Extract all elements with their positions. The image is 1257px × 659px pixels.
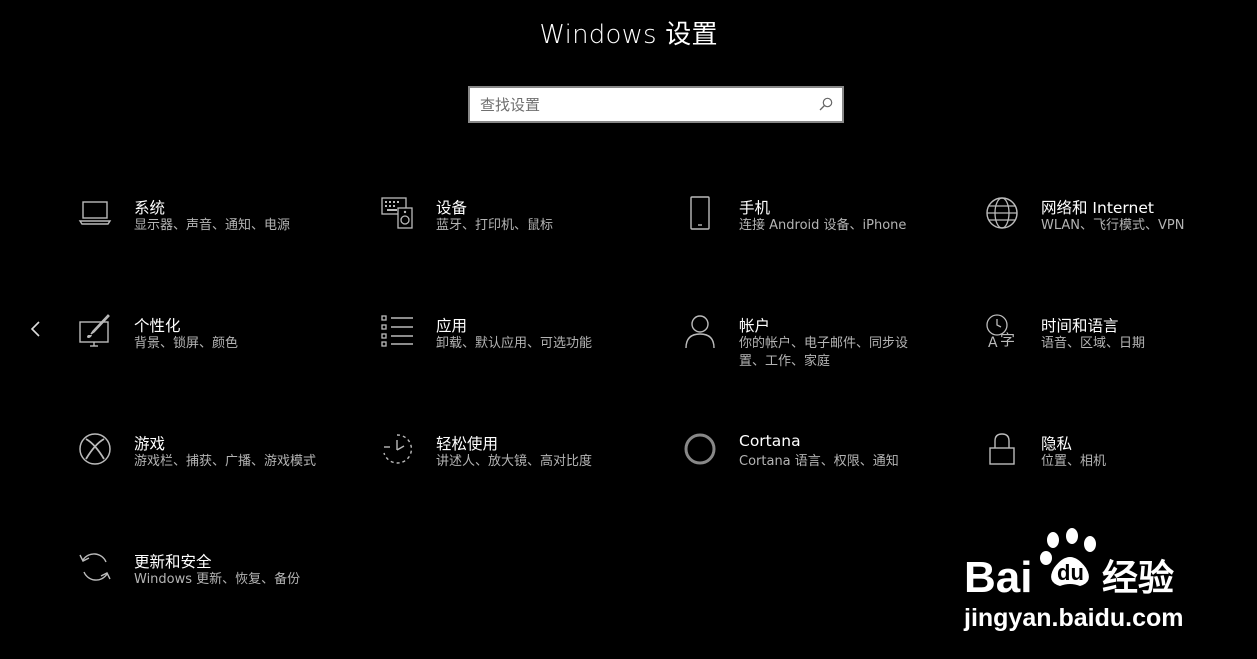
tile-devices[interactable]: 设备 蓝牙、打印机、鼠标	[380, 196, 670, 266]
tile-label: 时间和语言	[1041, 317, 1119, 335]
tile-description: 讲述人、放大镜、高对比度	[436, 454, 593, 469]
tile-description: 背景、锁屏、颜色	[134, 336, 239, 351]
tile-label: 帐户	[739, 317, 771, 335]
tile-label: 更新和安全	[134, 553, 212, 571]
time-language-icon: A字	[985, 314, 1019, 348]
keyboard-speaker-icon	[380, 196, 414, 230]
baidu-jingyan-watermark: Bai du 经验 jingyan.baidu.com	[962, 520, 1192, 640]
tile-time-language[interactable]: A字 时间和语言 语音、区域、日期	[985, 314, 1257, 384]
svg-text:字: 字	[1000, 331, 1015, 348]
tile-description: 蓝牙、打印机、鼠标	[436, 218, 554, 233]
phone-icon	[683, 196, 717, 230]
xbox-icon	[78, 432, 112, 466]
person-icon	[683, 314, 717, 348]
tile-label: 轻松使用	[436, 435, 499, 453]
tile-label: 游戏	[134, 435, 166, 453]
tile-label: 个性化	[134, 317, 181, 335]
laptop-icon	[78, 196, 112, 230]
brush-monitor-icon	[78, 314, 112, 348]
tile-description: 位置、相机	[1041, 454, 1107, 469]
tile-accounts[interactable]: 帐户 你的帐户、电子邮件、同步设置、工作、家庭	[683, 314, 973, 384]
tile-gaming[interactable]: 游戏 游戏栏、捕获、广播、游戏模式	[78, 432, 368, 502]
svg-text:A: A	[988, 335, 998, 348]
watermark-brand: Bai	[964, 553, 1032, 602]
tile-description: 卸载、默认应用、可选功能	[436, 336, 593, 351]
page-title: Windows 设置	[539, 20, 718, 50]
cortana-icon	[683, 432, 717, 466]
search-icon[interactable]	[818, 96, 834, 112]
tile-personalization[interactable]: 个性化 背景、锁屏、颜色	[78, 314, 368, 384]
tile-description: 你的帐户、电子邮件、同步设置、工作、家庭	[739, 336, 909, 369]
tile-description: 显示器、声音、通知、电源	[134, 218, 291, 233]
tile-label: 应用	[436, 317, 468, 335]
tile-description: 连接 Android 设备、iPhone	[739, 218, 907, 233]
tile-system[interactable]: 系统 显示器、声音、通知、电源	[78, 196, 368, 266]
search-box[interactable]	[468, 86, 844, 123]
tile-description: 语音、区域、日期	[1041, 336, 1146, 351]
watermark-product: 经验	[1102, 558, 1174, 599]
globe-icon	[985, 196, 1019, 230]
tile-label: 手机	[739, 199, 771, 217]
search-input[interactable]	[480, 88, 800, 121]
back-arrow-icon[interactable]	[27, 318, 45, 340]
tile-privacy[interactable]: 隐私 位置、相机	[985, 432, 1257, 502]
lock-icon	[985, 432, 1019, 466]
tile-label: 系统	[134, 199, 166, 217]
sync-arrows-icon	[78, 550, 112, 584]
tile-label: 设备	[436, 199, 468, 217]
watermark-brand-du: du	[1057, 560, 1084, 585]
tile-apps[interactable]: 应用 卸载、默认应用、可选功能	[380, 314, 670, 384]
watermark-url: jingyan.baidu.com	[963, 604, 1183, 632]
tile-update-security[interactable]: 更新和安全 Windows 更新、恢复、备份	[78, 550, 368, 620]
tile-description: Cortana 语言、权限、通知	[739, 454, 899, 469]
apps-list-icon	[380, 314, 414, 348]
tile-description: WLAN、飞行模式、VPN	[1041, 218, 1185, 233]
tile-label: Cortana	[739, 432, 801, 450]
tile-phone[interactable]: 手机 连接 Android 设备、iPhone	[683, 196, 973, 266]
tile-description: Windows 更新、恢复、备份	[134, 572, 301, 587]
tile-label: 隐私	[1041, 435, 1073, 453]
tile-label: 网络和 Internet	[1041, 199, 1154, 217]
tile-description: 游戏栏、捕获、广播、游戏模式	[134, 454, 317, 469]
tile-cortana[interactable]: Cortana Cortana 语言、权限、通知	[683, 432, 973, 502]
ease-of-access-icon	[380, 432, 414, 466]
tile-ease-of-access[interactable]: 轻松使用 讲述人、放大镜、高对比度	[380, 432, 670, 502]
tile-network[interactable]: 网络和 Internet WLAN、飞行模式、VPN	[985, 196, 1257, 266]
